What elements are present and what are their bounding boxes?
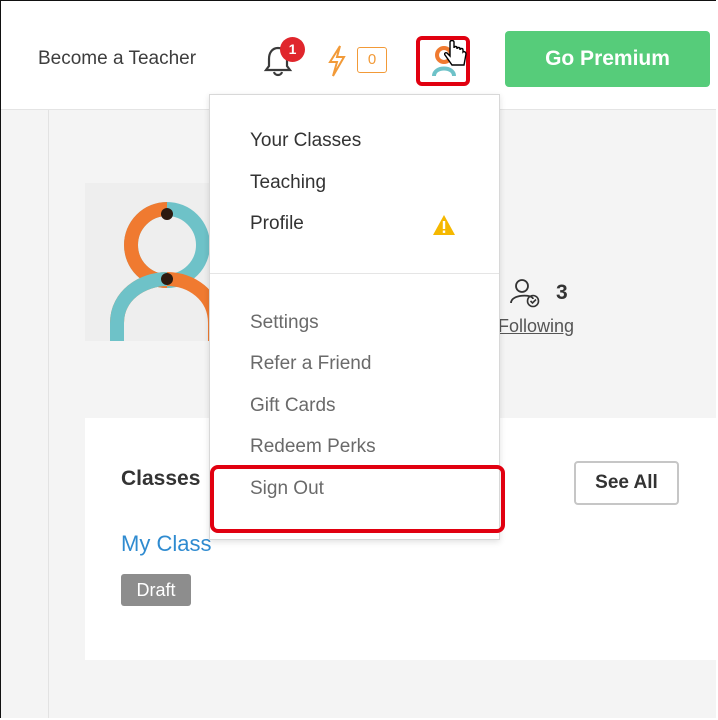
- menu-item-refer-a-friend[interactable]: Refer a Friend: [250, 352, 371, 376]
- following-count: 3: [556, 281, 568, 304]
- menu-item-teaching[interactable]: Teaching: [250, 171, 326, 195]
- sign-out-highlight-box: [210, 465, 505, 533]
- warning-icon: [433, 215, 455, 235]
- profile-avatar-image: [85, 183, 215, 341]
- menu-item-profile[interactable]: Profile: [250, 212, 304, 236]
- following-link[interactable]: Following: [498, 316, 574, 337]
- draft-status-badge: Draft: [121, 574, 191, 606]
- see-all-button[interactable]: See All: [574, 461, 679, 505]
- bolt-icon[interactable]: [326, 44, 348, 78]
- following-user-icon: [510, 279, 540, 308]
- menu-divider: [210, 273, 499, 274]
- class-title-link[interactable]: My Class: [121, 531, 211, 557]
- notification-badge: 1: [280, 37, 305, 62]
- menu-item-redeem-perks[interactable]: Redeem Perks: [250, 435, 376, 459]
- energy-count-badge[interactable]: 0: [357, 47, 387, 73]
- menu-item-gift-cards[interactable]: Gift Cards: [250, 394, 336, 418]
- menu-item-your-classes[interactable]: Your Classes: [250, 129, 361, 153]
- left-rail-divider: [48, 110, 49, 718]
- go-premium-button[interactable]: Go Premium: [505, 31, 710, 87]
- become-teacher-link[interactable]: Become a Teacher: [38, 48, 196, 70]
- menu-item-settings[interactable]: Settings: [250, 311, 319, 335]
- hand-cursor-icon: [444, 40, 467, 66]
- classes-heading: Classes: [121, 467, 201, 490]
